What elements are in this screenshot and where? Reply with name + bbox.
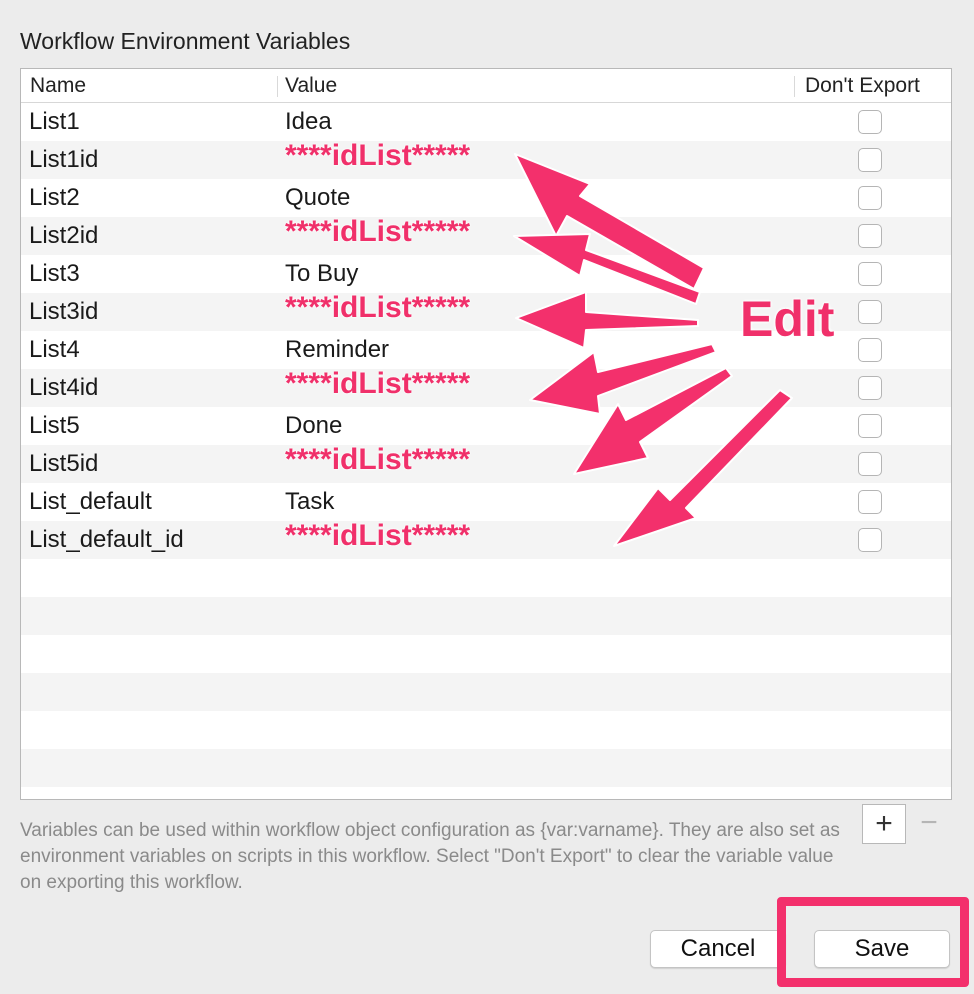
column-separator[interactable]	[277, 76, 278, 97]
column-header-name[interactable]: Name	[30, 74, 86, 98]
variable-name-cell[interactable]: List2	[29, 184, 80, 212]
empty-table-row	[21, 749, 951, 787]
dont-export-checkbox[interactable]	[858, 414, 882, 438]
dont-export-checkbox[interactable]	[858, 528, 882, 552]
dont-export-checkbox[interactable]	[858, 376, 882, 400]
table-row[interactable]: List1 Idea	[21, 103, 951, 141]
table-row[interactable]: List1id ****idList*****	[21, 139, 951, 179]
variable-name-cell[interactable]: List4id	[29, 374, 98, 402]
variable-name-cell[interactable]: List5	[29, 412, 80, 440]
table-row[interactable]: List_default Task	[21, 483, 951, 521]
table-row[interactable]: List3 To Buy	[21, 255, 951, 293]
empty-table-row	[21, 597, 951, 635]
variable-name-cell[interactable]: List3id	[29, 298, 98, 326]
empty-table-row	[21, 559, 951, 597]
variable-name-cell[interactable]: List_default	[29, 488, 152, 516]
variable-value-cell[interactable]: ****idList*****	[285, 443, 470, 477]
column-separator[interactable]	[794, 76, 795, 97]
dont-export-checkbox[interactable]	[858, 300, 882, 324]
variable-value-cell[interactable]: ****idList*****	[285, 367, 470, 401]
cancel-button[interactable]: Cancel	[650, 930, 786, 968]
column-header-dont-export[interactable]: Don't Export	[805, 74, 920, 98]
dont-export-checkbox[interactable]	[858, 148, 882, 172]
variable-value-cell[interactable]: ****idList*****	[285, 519, 470, 553]
dont-export-checkbox[interactable]	[858, 338, 882, 362]
empty-table-row	[21, 673, 951, 711]
add-variable-button[interactable]: +	[862, 804, 906, 844]
variable-value-cell[interactable]: Quote	[285, 184, 350, 212]
empty-table-row	[21, 787, 951, 799]
remove-variable-button[interactable]: −	[907, 804, 951, 844]
empty-table-row	[21, 635, 951, 673]
variable-name-cell[interactable]: List5id	[29, 450, 98, 478]
variable-value-cell[interactable]: Done	[285, 412, 342, 440]
variables-table: Name Value Don't Export List1 Idea List1id…	[20, 68, 952, 800]
variable-value-cell[interactable]: To Buy	[285, 260, 358, 288]
variable-name-cell[interactable]: List1	[29, 108, 80, 136]
table-header: Name Value Don't Export	[21, 69, 951, 103]
variable-name-cell[interactable]: List_default_id	[29, 526, 184, 554]
dialog-title: Workflow Environment Variables	[20, 28, 351, 54]
variable-name-cell[interactable]: List4	[29, 336, 80, 364]
variable-value-cell[interactable]: Idea	[285, 108, 332, 136]
dont-export-checkbox[interactable]	[858, 490, 882, 514]
table-row[interactable]: List2id ****idList*****	[21, 215, 951, 255]
variable-value-cell[interactable]: ****idList*****	[285, 139, 470, 173]
table-body: List1 Idea List1id ****idList***** List2 Quot…	[21, 103, 951, 799]
column-header-value[interactable]: Value	[285, 74, 337, 98]
table-row[interactable]: List_default_id ****idList*****	[21, 519, 951, 559]
table-row[interactable]: List5id ****idList*****	[21, 443, 951, 483]
variable-value-cell[interactable]: ****idList*****	[285, 215, 470, 249]
edit-annotation-label: Edit	[740, 291, 835, 347]
dont-export-checkbox[interactable]	[858, 186, 882, 210]
dont-export-checkbox[interactable]	[858, 224, 882, 248]
empty-table-row	[21, 711, 951, 749]
dont-export-checkbox[interactable]	[858, 452, 882, 476]
table-row[interactable]: List4id ****idList*****	[21, 367, 951, 407]
variable-value-cell[interactable]: ****idList*****	[285, 291, 470, 325]
variable-name-cell[interactable]: List1id	[29, 146, 98, 174]
variable-name-cell[interactable]: List3	[29, 260, 80, 288]
variable-value-cell[interactable]: Task	[285, 488, 334, 516]
save-highlight-annotation	[777, 897, 969, 987]
variable-name-cell[interactable]: List2id	[29, 222, 98, 250]
dont-export-checkbox[interactable]	[858, 110, 882, 134]
add-remove-control: + −	[862, 804, 952, 844]
table-row[interactable]: List5 Done	[21, 407, 951, 445]
help-text: Variables can be used within workflow ob…	[20, 820, 840, 893]
dont-export-checkbox[interactable]	[858, 262, 882, 286]
table-row[interactable]: List2 Quote	[21, 179, 951, 217]
variable-value-cell[interactable]: Reminder	[285, 336, 389, 364]
